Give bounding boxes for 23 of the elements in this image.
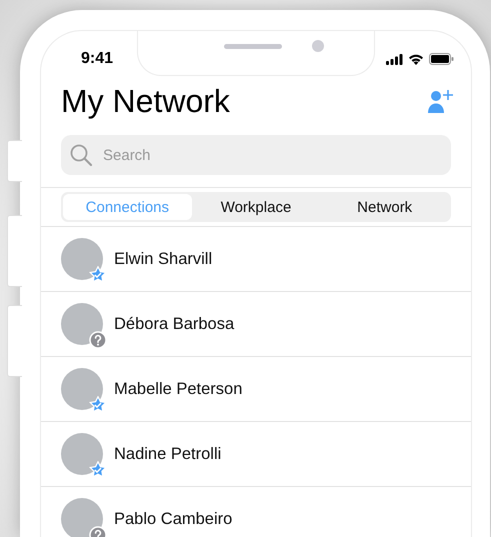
speaker-grille — [224, 44, 282, 49]
contact-name: Pablo Cambeiro — [114, 510, 232, 528]
add-contact-button[interactable] — [428, 89, 454, 113]
battery-icon — [429, 53, 454, 65]
avatar-photo-placeholder — [61, 303, 103, 345]
avatar-photo-placeholder — [61, 498, 103, 537]
segment-tab[interactable]: Network — [320, 194, 450, 220]
page-title: My Network — [61, 82, 230, 121]
segment-tab[interactable]: Workplace — [192, 194, 320, 220]
front-camera — [312, 40, 324, 52]
question-mark-icon — [89, 331, 107, 349]
contact-name: Elwin Sharvill — [114, 250, 212, 268]
contact-name: Nadine Petrolli — [114, 444, 222, 464]
avatar-photo-placeholder — [61, 368, 103, 410]
signal-icon — [386, 54, 403, 64]
wifi-icon — [408, 53, 424, 65]
contact-name: Débora Barbosa — [114, 314, 234, 334]
avatar-photo-placeholder — [61, 238, 103, 280]
status-time: 9:41 — [81, 50, 114, 68]
avatar-photo-placeholder — [61, 433, 103, 475]
search-field[interactable]: Search — [61, 135, 451, 175]
contact-name: Mabelle Peterson — [114, 380, 242, 398]
search-icon — [69, 143, 93, 167]
